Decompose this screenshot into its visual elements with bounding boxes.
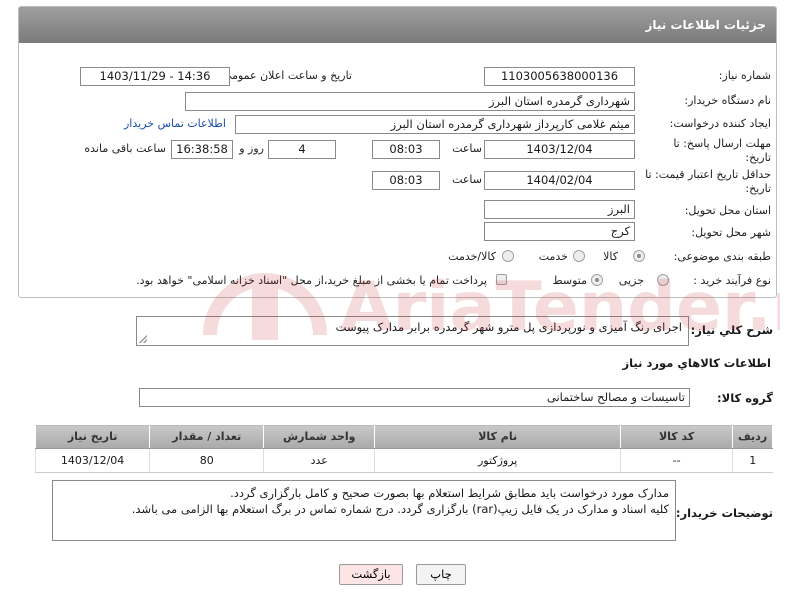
creator-label: ایجاد کننده درخواست: <box>669 117 771 130</box>
col-goods-name: نام کالا <box>374 424 622 449</box>
need-number-field[interactable]: 1103005638000136 <box>484 67 635 86</box>
category-option-goods: کالا <box>603 250 618 263</box>
time-remaining-field[interactable]: 16:38:58 <box>171 140 233 159</box>
description-textarea[interactable]: اجرای رنگ آمیزی و نورپردازی پل مترو شهر … <box>136 316 689 346</box>
col-quantity: تعداد / مقدار <box>149 424 265 449</box>
province-label: استان محل تحویل: <box>684 204 771 217</box>
cell-row-number: 1 <box>732 448 773 473</box>
category-label: طبقه بندی موضوعی: <box>673 250 771 263</box>
reply-time-field[interactable]: 08:03 <box>372 140 440 159</box>
goods-table: ردیف کد کالا نام کالا واحد شمارش تعداد /… <box>34 424 773 473</box>
goods-group-label: گروه کالا: <box>717 391 773 405</box>
buyer-notes-box[interactable]: مدارک مورد درخواست باید مطابق شرایط استع… <box>52 480 676 541</box>
cell-unit: عدد <box>263 448 375 473</box>
city-field[interactable]: کرج <box>484 222 635 241</box>
category-radio-service[interactable] <box>573 250 585 262</box>
creator-field[interactable]: میثم غلامی کارپرداز شهرداری گرمدره استان… <box>235 115 635 134</box>
price-validity-label: حداقل تاریخ اعتبار قیمت: تا تاریخ: <box>645 168 771 195</box>
buyer-org-label: نام دستگاه خریدار: <box>684 94 771 107</box>
table-row[interactable]: 1 -- پروژکتور عدد 80 1403/12/04 <box>34 448 773 473</box>
announce-datetime-label: تاریخ و ساعت اعلان عمومی: <box>219 69 352 82</box>
description-text: اجرای رنگ آمیزی و نورپردازی پل مترو شهر … <box>335 320 682 334</box>
cell-goods-code: -- <box>620 448 733 473</box>
col-unit: واحد شمارش <box>263 424 376 449</box>
process-radio-medium[interactable] <box>591 274 603 286</box>
col-need-date: تاریخ نیاز <box>34 424 151 449</box>
hours-left-label: ساعت باقی مانده <box>84 142 166 155</box>
category-radio-goods[interactable] <box>633 250 645 262</box>
category-option-service: خدمت <box>538 250 568 263</box>
buyer-org-field[interactable]: شهرداری گرمدره استان البرز <box>185 92 635 111</box>
col-goods-code: کد کالا <box>620 424 734 449</box>
province-field[interactable]: البرز <box>484 200 635 219</box>
cell-quantity: 80 <box>149 448 264 473</box>
validity-time-label: ساعت <box>452 173 482 186</box>
cell-need-date: 1403/12/04 <box>34 448 150 473</box>
back-button[interactable]: بازگشت <box>339 564 403 585</box>
buyer-note-line: کلیه اسناد و مدارک در یک فایل زیپ(rar) ب… <box>131 502 669 516</box>
treasury-payment-checkbox[interactable] <box>496 274 507 285</box>
resize-handle-icon[interactable] <box>139 335 147 343</box>
reply-time-label: ساعت <box>452 142 482 155</box>
validity-time-field[interactable]: 08:03 <box>372 171 440 190</box>
goods-group-field[interactable]: تاسیسات و مصالح ساختمانی <box>139 388 690 407</box>
days-remaining-field[interactable]: 4 <box>268 140 336 159</box>
need-number-label: شماره نیاز: <box>718 69 771 82</box>
category-radio-goods-service[interactable] <box>502 250 514 262</box>
day-and-label: روز و <box>239 142 264 155</box>
buyer-note-line: مدارک مورد درخواست باید مطابق شرایط استع… <box>230 486 669 500</box>
description-label: شرح کلي نياز: <box>690 323 773 337</box>
reply-deadline-label: مهلت ارسال پاسخ: تا تاریخ: <box>673 137 771 164</box>
goods-info-heading: اطلاعات کالاهاي مورد نياز <box>622 356 771 370</box>
category-option-goods-service: کالا/خدمت <box>448 250 496 263</box>
validity-date-field[interactable]: 1404/02/04 <box>484 171 635 190</box>
process-type-label: نوع فرآیند خرید : <box>693 274 771 287</box>
goods-table-header: ردیف کد کالا نام کالا واحد شمارش تعداد /… <box>34 424 773 449</box>
announce-datetime-field[interactable]: 1403/11/29 - 14:36 <box>80 67 230 86</box>
process-option-minor: جزیی <box>618 274 644 287</box>
col-row-number: ردیف <box>732 424 773 449</box>
print-button[interactable]: چاپ <box>416 564 466 585</box>
treasury-payment-note: پرداخت تمام یا بخشی از مبلغ خرید،از محل … <box>136 274 487 287</box>
buyer-contact-link[interactable]: اطلاعات تماس خریدار <box>124 117 226 130</box>
process-radio-minor[interactable] <box>657 274 669 286</box>
cell-goods-name: پروژکتور <box>374 448 621 473</box>
panel-title: جزئیات اطلاعات نیاز <box>19 7 776 43</box>
process-option-medium: متوسط <box>552 274 587 287</box>
buyer-notes-label: توضیحات خریدار: <box>675 506 773 520</box>
city-label: شهر محل تحویل: <box>691 226 771 239</box>
reply-date-field[interactable]: 1403/12/04 <box>484 140 635 159</box>
